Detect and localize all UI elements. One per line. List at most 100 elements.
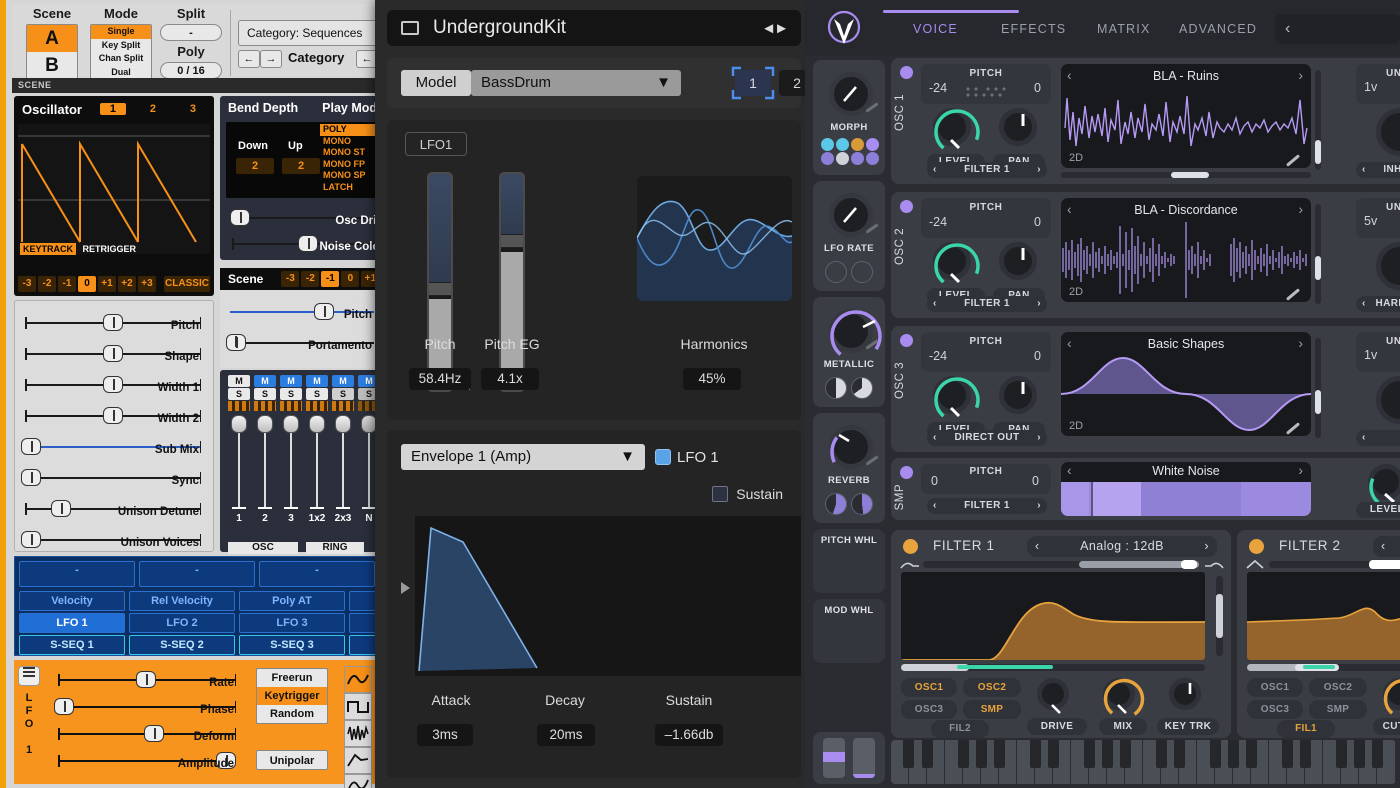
envelope-graph[interactable] — [415, 516, 801, 676]
chevron-left-icon[interactable]: ‹ — [1362, 296, 1366, 312]
mute-button[interactable]: M — [332, 375, 354, 387]
osc-1-pan-knob[interactable] — [999, 108, 1037, 146]
mod-lfo-2[interactable]: LFO 2 — [129, 613, 235, 633]
osc-2-pan-knob[interactable] — [999, 242, 1037, 280]
solo-button[interactable]: S — [280, 388, 302, 400]
pitch-right-value[interactable]: 0 — [1034, 81, 1041, 95]
osc-tab-3[interactable]: 3 — [180, 103, 206, 115]
osc-1-unison-mode-button[interactable]: ‹ INHARMONIC — [1356, 162, 1400, 178]
sine-icon[interactable] — [344, 666, 372, 693]
mod-s-seq-3[interactable]: S-SEQ 3 — [239, 635, 345, 655]
pitch-left-value[interactable]: -24 — [929, 215, 947, 229]
chevron-right-icon[interactable]: › — [1037, 430, 1041, 446]
pitch-left-value[interactable]: -24 — [929, 81, 947, 95]
mute-button[interactable]: M — [306, 375, 328, 387]
pitch-wheel-slider[interactable] — [823, 738, 845, 778]
pitch-right-value[interactable]: 0 — [1034, 215, 1041, 229]
param-value[interactable]: 58.4Hz — [409, 368, 471, 390]
filter-1-src-fil2[interactable]: FIL2 — [931, 720, 989, 738]
osc-3-unison-control[interactable]: UNISON 1v — [1356, 332, 1400, 372]
category-prev-button[interactable]: ← — [238, 50, 260, 68]
osc-2-unison-control[interactable]: UNISON 5v — [1356, 198, 1400, 238]
mod-lfo-3[interactable]: LFO 3 — [239, 613, 345, 633]
lfo-unipolar-button[interactable]: Unipolar — [256, 750, 328, 770]
chevron-left-icon[interactable]: ‹ — [1035, 536, 1040, 557]
mixer-channel[interactable]: M S 2x3 — [330, 374, 356, 524]
chevron-right-icon[interactable]: › — [1037, 296, 1041, 312]
lfo-phase-slider[interactable]: Phase — [48, 691, 248, 718]
octave-+1[interactable]: +1 — [98, 276, 116, 292]
model-dropdown[interactable]: BassDrum ▼ — [471, 70, 681, 96]
osc-1-wavetable-scroll[interactable] — [1061, 172, 1311, 178]
saw-icon[interactable] — [344, 774, 372, 788]
osc-2-unison-mode-button[interactable]: ‹ HARM STRETCH — [1356, 296, 1400, 312]
mod-rel-velocity[interactable]: Rel Velocity — [129, 591, 235, 611]
filter-1-response-graph[interactable] — [901, 572, 1205, 660]
bend-down-value[interactable]: 2 — [236, 158, 274, 174]
osc-3-frame-scroll[interactable] — [1315, 338, 1321, 438]
osc-3-route-button[interactable]: ‹ DIRECT OUT › — [927, 430, 1047, 446]
osc-tab-2[interactable]: 2 — [140, 103, 166, 115]
slider-width-2[interactable]: Width 2 — [15, 400, 213, 431]
scene-selector[interactable]: A B — [26, 24, 78, 80]
filter-1-power-toggle[interactable] — [903, 539, 918, 554]
play-mode-poly[interactable]: POLY — [320, 124, 380, 136]
env-param-value[interactable]: –1.66db — [655, 724, 723, 746]
bend-up-value[interactable]: 2 — [282, 158, 320, 174]
mod-s-seq-1[interactable]: S-SEQ 1 — [19, 635, 125, 655]
mode-key-split[interactable]: Key Split — [91, 39, 151, 53]
macro-morph[interactable]: MORPH — [813, 60, 885, 175]
mod-lfo-1[interactable]: LFO 1 — [19, 613, 125, 633]
macro-lfo-rate[interactable]: LFO RATE — [813, 181, 885, 291]
pitch-vertical-slider[interactable] — [427, 172, 453, 392]
slider-sub-mix[interactable]: Sub Mix — [15, 431, 213, 462]
scene-octave--3[interactable]: -3 — [281, 271, 300, 287]
osc-1-dim-label[interactable]: 2D — [1069, 152, 1083, 164]
slider-unison-voices[interactable]: Unison Voices — [15, 524, 213, 555]
sustain-checkbox[interactable] — [712, 486, 729, 502]
osc-3-power-toggle[interactable] — [900, 334, 913, 347]
macro-metallic[interactable]: METALLIC — [813, 297, 885, 407]
osc-2-dim-label[interactable]: 2D — [1069, 286, 1083, 298]
lfo-amplitude-slider[interactable]: Amplitude — [48, 745, 248, 772]
filter-1-src-osc2[interactable]: OSC2 — [963, 678, 1021, 697]
octave--2[interactable]: -2 — [38, 276, 56, 292]
mod-poly-at[interactable]: Poly AT — [239, 591, 345, 611]
scene-octave-0[interactable]: 0 — [341, 271, 360, 287]
filter-1-keytrk-knob[interactable] — [1169, 678, 1201, 710]
mod-slot-2[interactable]: - — [139, 561, 255, 587]
octave-0[interactable]: 0 — [78, 276, 96, 292]
filter-1-src-osc1[interactable]: OSC1 — [901, 678, 957, 697]
osc-1-level-knob[interactable] — [933, 108, 980, 155]
play-mode-mono-sp[interactable]: MONO SP — [320, 170, 380, 182]
filter-1-mix-knob[interactable] — [1103, 678, 1145, 720]
category-field[interactable]: Category: Sequences — [238, 20, 380, 46]
chevron-right-icon[interactable]: › — [1204, 536, 1209, 557]
osc-3-unison-mode-button[interactable]: ‹ --- — [1356, 430, 1400, 446]
keytrack-toggle[interactable]: KEYTRACK — [20, 243, 77, 255]
mixer-channel[interactable]: M S 1 — [226, 374, 252, 524]
filter-2-src-osc1[interactable]: OSC1 — [1247, 678, 1303, 697]
sampler-power-toggle[interactable] — [900, 466, 913, 479]
noise-icon[interactable] — [344, 720, 372, 747]
category-next-button[interactable]: → — [260, 50, 282, 68]
sampler-level-knob[interactable] — [1368, 464, 1400, 509]
unison-voices[interactable]: 5v — [1364, 214, 1377, 228]
osc-3-pitch-control[interactable]: PITCH -24 0 — [921, 332, 1051, 372]
sampler-route-button[interactable]: ‹ FILTER 1 › — [927, 498, 1047, 514]
tab-advanced[interactable]: ADVANCED — [1179, 22, 1257, 36]
lfo-trigger-keytrigger[interactable]: Keytrigger — [257, 687, 327, 705]
filter-2-src-fil1[interactable]: FIL1 — [1277, 720, 1335, 738]
chevron-left-icon[interactable]: ‹ — [1381, 536, 1386, 557]
mode-chan-split[interactable]: Chan Split — [91, 52, 151, 66]
mode-single[interactable]: Single — [91, 25, 151, 39]
filter-1-resonance-slider[interactable] — [1216, 576, 1223, 656]
octave-+3[interactable]: +3 — [138, 276, 156, 292]
preset-back-button[interactable]: ‹ — [1275, 14, 1400, 44]
play-mode-mono[interactable]: MONO — [320, 136, 380, 148]
chevron-left-icon[interactable]: ‹ — [933, 498, 937, 514]
slider-shape[interactable]: Shape — [15, 338, 213, 369]
filter-2-src-osc3[interactable]: OSC3 — [1247, 700, 1303, 719]
filter-2-power-toggle[interactable] — [1249, 539, 1264, 554]
osc-1-unison-detune-knob[interactable] — [1376, 108, 1400, 156]
